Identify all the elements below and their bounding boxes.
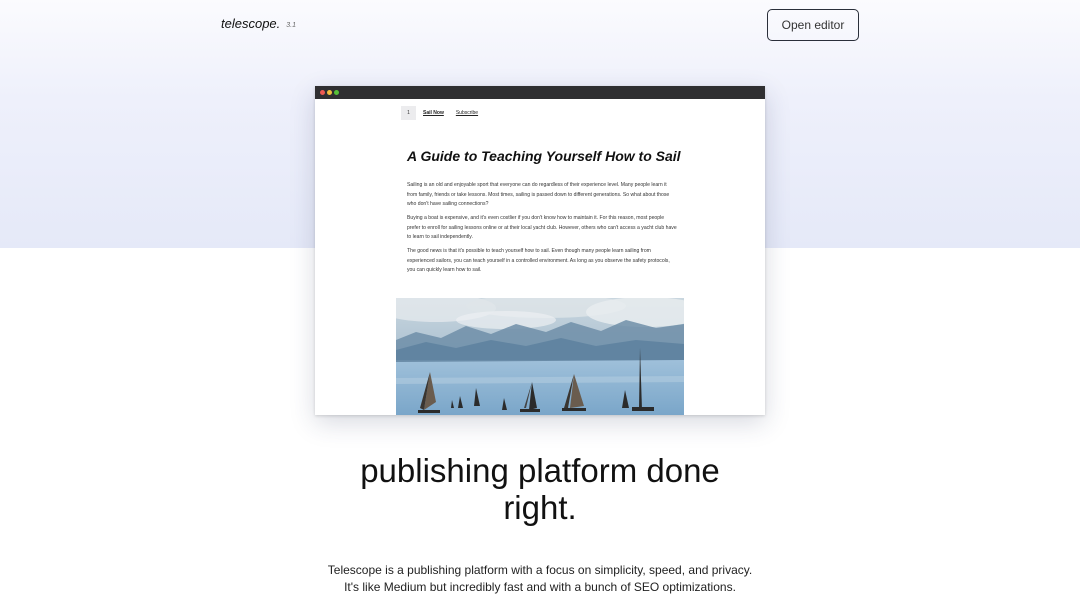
close-dot-icon: [320, 90, 325, 95]
open-editor-button[interactable]: Open editor: [767, 9, 859, 41]
article-paragraph: Sailing is an old and enjoyable sport th…: [407, 182, 670, 207]
telescope-logo[interactable]: telescope. 3.1: [221, 16, 296, 31]
minimize-dot-icon: [327, 90, 332, 95]
article-paragraph: The good news is that it's possible to t…: [407, 248, 670, 273]
headline-line: publishing platform done: [360, 452, 720, 489]
preview-article: A Guide to Teaching Yourself How to Sail…: [407, 148, 681, 280]
maximize-dot-icon: [334, 90, 339, 95]
landing-page: telescope. 3.1 Open editor 1 Sail Now Su…: [0, 0, 1080, 608]
sailboats-image: [396, 298, 684, 415]
headline-line: right.: [503, 489, 577, 526]
logo-text[interactable]: telescope.: [221, 16, 280, 31]
version-badge: 3.1: [286, 22, 296, 29]
browser-title-bar: [315, 86, 765, 99]
preview-site-logo[interactable]: 1: [401, 106, 416, 120]
article-paragraph: Buying a boat is expensive, and it's eve…: [407, 215, 677, 240]
preview-site-nav: 1 Sail Now Subscribe: [401, 106, 490, 120]
nav-link-subscribe[interactable]: Subscribe: [456, 110, 478, 116]
browser-preview: 1 Sail Now Subscribe A Guide to Teaching…: [315, 86, 765, 415]
nav-link-sail-now[interactable]: Sail Now: [423, 110, 444, 116]
article-title: A Guide to Teaching Yourself How to Sail: [407, 148, 681, 164]
site-header: telescope. 3.1 Open editor: [0, 0, 1080, 50]
hero-description: Telescope is a publishing platform with …: [0, 562, 1080, 596]
description-line: It's like Medium but incredibly fast and…: [344, 580, 736, 594]
description-line: Telescope is a publishing platform with …: [327, 563, 753, 577]
hero-headline: publishing platform done right.: [0, 452, 1080, 526]
